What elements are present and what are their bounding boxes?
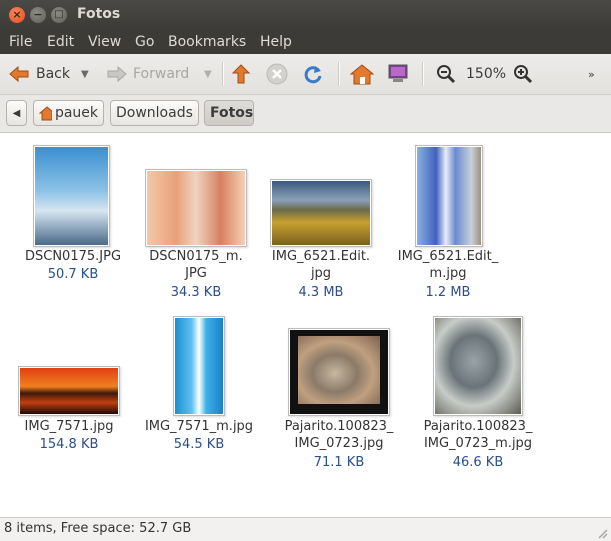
file-name-line2: m.jpg <box>429 266 467 281</box>
resize-grip-icon[interactable] <box>596 527 608 539</box>
back-history-dropdown[interactable]: ▼ <box>81 54 89 94</box>
file-item[interactable]: DSCN0175_m. JPG 34.3 KB <box>136 145 256 305</box>
toolbar-overflow-icon[interactable]: » <box>588 54 595 94</box>
file-name: DSCN0175.JPG <box>24 249 122 264</box>
thumbnail <box>288 328 390 416</box>
menu-file[interactable]: File <box>9 34 32 50</box>
maximize-icon[interactable]: □ <box>51 7 67 23</box>
file-name: IMG_7571_m.jpg <box>144 419 254 434</box>
file-name-line2: JPG <box>185 266 207 281</box>
forward-label: Forward <box>133 66 190 82</box>
thumbnail <box>415 145 483 247</box>
file-item[interactable]: IMG_6521.Edit_ m.jpg 1.2 MB <box>388 145 508 305</box>
file-size: 46.6 KB <box>452 455 504 470</box>
toolbar: Back ▼ Forward ▼ 150% » <box>0 54 611 95</box>
path-scroll-left-button[interactable]: ◀ <box>6 100 27 126</box>
file-view: DSCN0175.JPG 50.7 KB DSCN0175_m. JPG 34.… <box>0 133 611 517</box>
file-name: IMG_7571.jpg <box>24 419 114 434</box>
menu-view[interactable]: View <box>88 34 121 50</box>
menu-bar: File Edit View Go Bookmarks Help <box>0 30 611 54</box>
file-name: DSCN0175_m. <box>149 249 243 264</box>
back-arrow-icon <box>9 65 29 83</box>
file-name-line2: IMG_0723_m.jpg <box>423 436 533 451</box>
file-item[interactable]: IMG_7571.jpg 154.8 KB <box>9 316 129 456</box>
file-name: Pajarito.100823_ <box>284 419 394 434</box>
toolbar-separator <box>422 62 424 86</box>
home-button[interactable] <box>350 54 374 94</box>
zoom-in-icon <box>514 65 533 84</box>
file-size: 54.5 KB <box>173 437 225 452</box>
thumbnail <box>145 169 247 247</box>
file-item[interactable]: IMG_7571_m.jpg 54.5 KB <box>139 316 259 456</box>
menu-edit[interactable]: Edit <box>47 34 74 50</box>
file-item[interactable]: Pajarito.100823_ IMG_0723_m.jpg 46.6 KB <box>418 316 538 476</box>
computer-button[interactable] <box>386 54 410 94</box>
zoom-out-button[interactable] <box>436 54 456 94</box>
file-size: 50.7 KB <box>47 267 99 282</box>
file-item[interactable]: IMG_6521.Edit. jpg 4.3 MB <box>261 145 381 305</box>
file-size: 71.1 KB <box>313 455 365 470</box>
close-icon[interactable]: × <box>9 7 25 23</box>
forward-arrow-icon <box>107 65 127 83</box>
menu-bookmarks[interactable]: Bookmarks <box>168 34 246 50</box>
file-size: 34.3 KB <box>170 285 222 300</box>
toolbar-separator <box>338 62 340 86</box>
up-arrow-icon <box>231 64 251 84</box>
reload-button[interactable] <box>302 54 324 94</box>
thumbnail <box>173 316 225 416</box>
window-title: Fotos <box>77 6 121 22</box>
thumbnail <box>18 366 120 416</box>
breadcrumb-downloads[interactable]: Downloads <box>110 100 199 126</box>
file-item[interactable]: Pajarito.100823_ IMG_0723.jpg 71.1 KB <box>279 316 399 476</box>
menu-go[interactable]: Go <box>135 34 154 50</box>
breadcrumb-label: pauek <box>54 105 98 121</box>
stop-button[interactable] <box>266 54 288 94</box>
zoom-level[interactable]: 150% <box>466 54 506 94</box>
file-size: 1.2 MB <box>425 285 471 300</box>
forward-button[interactable]: Forward <box>106 54 189 94</box>
file-name-line2: IMG_0723.jpg <box>294 436 384 451</box>
file-item[interactable]: DSCN0175.JPG 50.7 KB <box>13 145 133 285</box>
title-bar: × − □ Fotos <box>0 0 611 30</box>
stop-icon <box>266 63 288 85</box>
status-text: 8 items, Free space: 52.7 GB <box>4 521 192 536</box>
file-name: IMG_6521.Edit_ <box>397 249 499 264</box>
zoom-out-icon <box>437 65 456 84</box>
home-folder-icon <box>39 105 52 120</box>
file-name: IMG_6521.Edit. <box>271 249 371 264</box>
file-size: 4.3 MB <box>298 285 344 300</box>
breadcrumb-home[interactable]: pauek <box>33 100 104 126</box>
up-button[interactable] <box>231 54 251 94</box>
status-bar: 8 items, Free space: 52.7 GB <box>0 517 611 541</box>
file-size: 154.8 KB <box>39 437 99 452</box>
thumbnail <box>433 316 523 416</box>
home-icon <box>350 64 374 85</box>
breadcrumb-fotos[interactable]: Fotos <box>204 100 254 126</box>
menu-help[interactable]: Help <box>260 34 292 50</box>
reload-icon <box>304 66 322 84</box>
file-name: Pajarito.100823_ <box>423 419 533 434</box>
zoom-in-button[interactable] <box>513 54 533 94</box>
back-button[interactable]: Back <box>8 54 70 94</box>
computer-icon <box>388 64 408 82</box>
forward-history-dropdown[interactable]: ▼ <box>204 54 212 94</box>
file-name-line2: jpg <box>310 266 332 281</box>
thumbnail <box>33 145 110 247</box>
toolbar-separator <box>222 62 224 86</box>
minimize-icon[interactable]: − <box>30 7 46 23</box>
back-label: Back <box>36 66 70 82</box>
thumbnail <box>270 179 372 247</box>
path-bar: ◀ pauek Downloads Fotos <box>0 95 611 133</box>
